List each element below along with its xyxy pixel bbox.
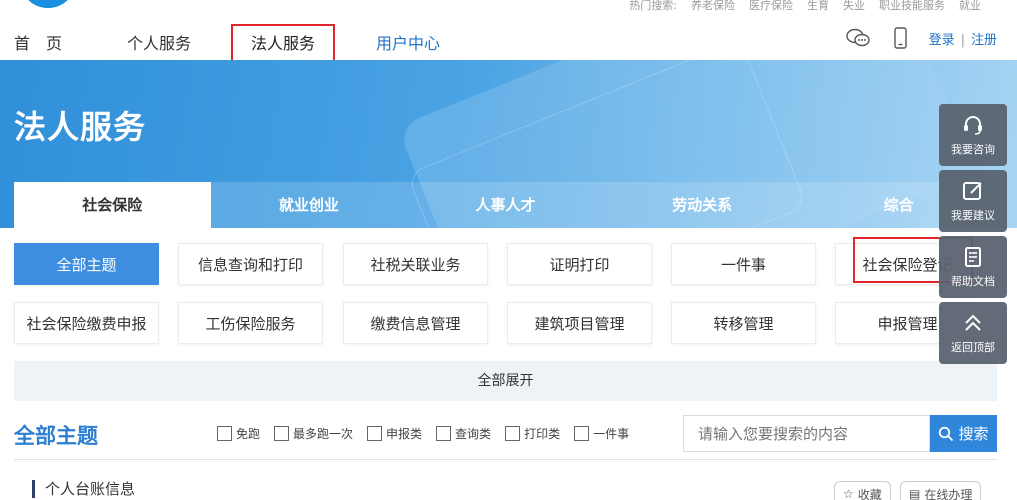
chat-bubbles-icon[interactable] <box>845 26 871 50</box>
nav-corporate-services-label: 法人服务 <box>251 34 316 53</box>
help-docs-button[interactable]: 帮助文档 <box>939 236 1007 298</box>
checkbox[interactable] <box>436 426 452 441</box>
checkbox[interactable] <box>274 426 290 441</box>
filter-label: 申报类 <box>386 427 423 441</box>
collect-label: 收藏 <box>857 487 882 500</box>
topic-button[interactable]: 社会保险缴费申报 <box>14 302 159 344</box>
filter-at-most-once[interactable]: 最多跑一次 <box>274 425 353 442</box>
expand-all-button[interactable]: 全部展开 <box>14 361 997 401</box>
help-docs-label: 帮助文档 <box>951 275 995 288</box>
chevron-up-double-icon <box>965 314 981 331</box>
site-logo[interactable] <box>22 0 74 8</box>
category-tabs: 社会保险 就业创业 人事人才 劳动关系 综合 <box>14 182 997 228</box>
nav-user-center[interactable]: 用户中心 <box>376 30 440 54</box>
search-input[interactable] <box>683 415 930 452</box>
topic-all[interactable]: 全部主题 <box>14 243 159 285</box>
tab-personnel[interactable]: 人事人才 <box>407 182 604 228</box>
checkbox[interactable] <box>574 426 590 441</box>
register-link[interactable]: 注册 <box>971 33 997 48</box>
star-icon: ☆ <box>843 487 854 500</box>
section-title: 全部主题 <box>14 424 98 448</box>
auth-links: 登录 | 注册 <box>929 29 997 48</box>
topic-button[interactable]: 建筑项目管理 <box>507 302 652 344</box>
filter-label: 免跑 <box>236 427 261 441</box>
page: 热门搜索: 养老保险 医疗保险 生育 失业 职业技能服务 就业 首 页 个人服务… <box>0 0 1017 500</box>
page-title: 法人服务 <box>14 108 147 146</box>
hot-search-link[interactable]: 医疗保险 <box>749 0 793 13</box>
topic-button[interactable]: 缴费信息管理 <box>343 302 488 344</box>
filter-query[interactable]: 查询类 <box>436 425 491 442</box>
hot-search-link[interactable]: 失业 <box>843 0 865 13</box>
filter-label: 一件事 <box>593 427 630 441</box>
search-button[interactable]: 搜索 <box>930 415 997 452</box>
hot-search-label: 热门搜索: <box>629 0 677 12</box>
filter-label: 最多跑一次 <box>293 427 354 441</box>
consult-label: 我要咨询 <box>951 143 995 156</box>
topic-button[interactable]: 社税关联业务 <box>343 243 488 285</box>
topic-button[interactable]: 一件事 <box>671 243 816 285</box>
document-icon: ▤ <box>909 487 921 500</box>
hot-search-link[interactable]: 养老保险 <box>691 0 735 13</box>
collect-button[interactable]: ☆ 收藏 <box>834 481 891 500</box>
filter-print[interactable]: 打印类 <box>505 425 560 442</box>
tab-labor-relations[interactable]: 劳动关系 <box>603 182 801 228</box>
search-icon <box>939 426 954 441</box>
tab-employment[interactable]: 就业创业 <box>210 182 408 228</box>
checkbox[interactable] <box>505 426 521 441</box>
hero-banner: 法人服务 社会保险 就业创业 人事人才 劳动关系 综合 <box>0 60 1017 228</box>
hot-search-link[interactable]: 职业技能服务 <box>879 0 945 13</box>
topic-button[interactable]: 工伤保险服务 <box>178 302 323 344</box>
nav-personal-services[interactable]: 个人服务 <box>127 30 191 54</box>
consult-button[interactable]: 我要咨询 <box>939 104 1007 166</box>
hot-search-link[interactable]: 就业 <box>959 0 981 13</box>
document-icon <box>965 247 981 267</box>
filter-no-visit[interactable]: 免跑 <box>217 425 260 442</box>
topic-button[interactable]: 转移管理 <box>671 302 816 344</box>
online-handle-button[interactable]: ▤ 在线办理 <box>900 481 982 500</box>
filter-checkboxes: 免跑 最多跑一次 申报类 查询类 打印类 一件事 <box>217 425 629 442</box>
checkbox[interactable] <box>217 426 232 441</box>
hot-search-link[interactable]: 生育 <box>807 0 829 13</box>
tab-social-insurance[interactable]: 社会保险 <box>14 182 211 228</box>
filter-one-thing[interactable]: 一件事 <box>574 425 629 442</box>
auth-separator: | <box>960 32 965 48</box>
headset-icon <box>964 116 982 135</box>
filter-label: 查询类 <box>455 427 492 441</box>
back-to-top-button[interactable]: 返回顶部 <box>939 302 1007 364</box>
suggest-label: 我要建议 <box>951 209 995 222</box>
mobile-phone-icon[interactable] <box>887 26 913 50</box>
search-button-label: 搜索 <box>958 425 989 443</box>
suggest-button[interactable]: 我要建议 <box>939 170 1007 232</box>
nav-utilities: 登录 | 注册 <box>845 26 997 50</box>
filter-declaration[interactable]: 申报类 <box>367 425 422 442</box>
online-handle-label: 在线办理 <box>924 487 973 500</box>
section-divider <box>14 459 997 460</box>
hot-search-bar: 热门搜索: 养老保险 医疗保险 生育 失业 职业技能服务 就业 <box>629 0 981 13</box>
nav-corporate-services[interactable]: 法人服务 <box>251 30 316 63</box>
topic-button[interactable]: 信息查询和打印 <box>178 243 323 285</box>
main-nav: 首 页 个人服务 法人服务 用户中心 登录 | 注册 <box>0 22 1017 63</box>
login-link[interactable]: 登录 <box>929 33 955 48</box>
edit-icon <box>963 182 982 200</box>
topic-button[interactable]: 证明打印 <box>507 243 652 285</box>
back-to-top-label: 返回顶部 <box>951 341 995 354</box>
list-item-title[interactable]: 个人台账信息 <box>32 480 135 498</box>
filter-label: 打印类 <box>524 427 561 441</box>
checkbox[interactable] <box>367 426 383 441</box>
nav-home[interactable]: 首 页 <box>14 30 62 54</box>
